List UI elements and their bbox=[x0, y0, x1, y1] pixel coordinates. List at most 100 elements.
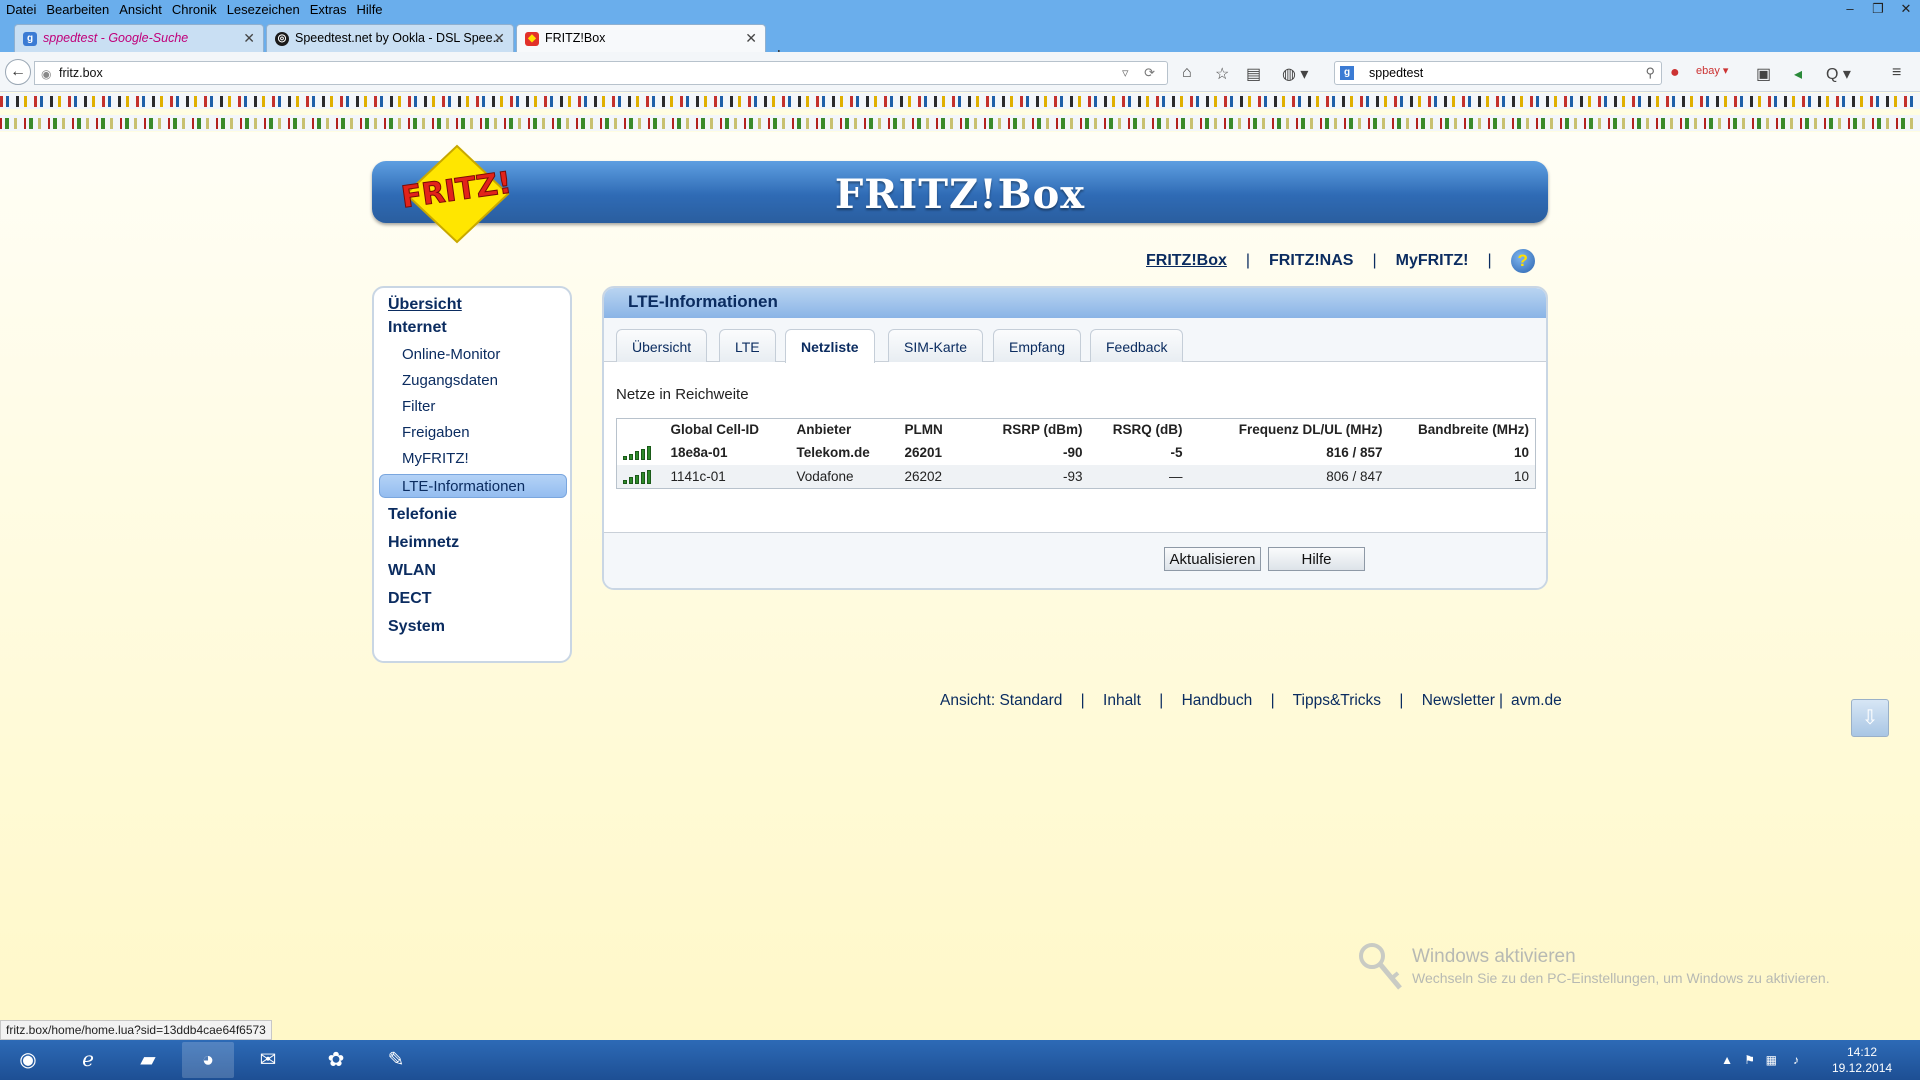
activation-text: Wechseln Sie zu den PC-Einstellungen, um… bbox=[1412, 970, 1830, 986]
footer-avm[interactable]: avm.de bbox=[1511, 692, 1562, 709]
start-button-icon[interactable]: ◉ bbox=[2, 1042, 54, 1078]
sidebar-item-heimnetz[interactable]: Heimnetz bbox=[388, 534, 459, 552]
footer-tipps-tricks[interactable]: Tipps&Tricks bbox=[1293, 692, 1381, 709]
menu-lesezeichen[interactable]: Lesezeichen bbox=[222, 0, 305, 17]
sidebar-item-telefonie[interactable]: Telefonie bbox=[388, 506, 457, 524]
search-icon[interactable]: ⚲ bbox=[1645, 65, 1655, 81]
topnav-fritznas[interactable]: FRITZ!NAS bbox=[1269, 252, 1353, 270]
logo-text: FRITZ! bbox=[402, 166, 512, 216]
window-icon[interactable]: ▣ bbox=[1756, 64, 1771, 84]
sidebar-item-internet[interactable]: Internet bbox=[388, 319, 447, 337]
sidebar-sub-lte-informationen[interactable]: LTE-Informationen bbox=[379, 474, 567, 498]
sidebar-sub-online-monitor[interactable]: Online-Monitor bbox=[402, 346, 500, 363]
thunderbird-icon[interactable]: ✉ bbox=[242, 1042, 294, 1078]
reload-icon[interactable]: ▿ ⟳ bbox=[1122, 65, 1161, 81]
ebay-icon[interactable]: ebay ▾ bbox=[1696, 64, 1728, 77]
sidebar-sub-myfritz[interactable]: MyFRITZ! bbox=[402, 450, 469, 467]
col-header-plmn: PLMN bbox=[898, 418, 975, 441]
menu-extras[interactable]: Extras bbox=[305, 0, 352, 17]
url-bar[interactable]: ◉ fritz.box ▿ ⟳ bbox=[34, 61, 1168, 85]
fritz-icon: ◆ bbox=[525, 32, 539, 46]
q-icon[interactable]: Q ▾ bbox=[1826, 64, 1851, 84]
separator: | bbox=[1372, 252, 1377, 269]
site-info-icon[interactable]: ◉ bbox=[41, 67, 51, 81]
tab-feedback[interactable]: Feedback bbox=[1090, 329, 1184, 362]
minimize-icon[interactable]: – bbox=[1836, 0, 1864, 20]
separator: | bbox=[1270, 692, 1275, 709]
provider: Vodafone bbox=[790, 464, 899, 489]
rsrp: -93 bbox=[974, 464, 1089, 489]
paint-icon[interactable]: ✎ bbox=[370, 1042, 422, 1078]
help-button[interactable]: Hilfe bbox=[1268, 547, 1365, 571]
menu-bar: Datei Bearbeiten Ansicht Chronik Lesezeichen… bbox=[0, 0, 1920, 20]
topnav-fritzbox[interactable]: FRITZ!Box bbox=[1146, 252, 1227, 270]
google-search-icon[interactable]: g bbox=[1340, 66, 1354, 80]
tab-fritzbox[interactable]: ◆ FRITZ!Box ✕ bbox=[516, 24, 766, 52]
col-header-frequenz: Frequenz DL/UL (MHz) bbox=[1188, 418, 1389, 441]
menu-chronik[interactable]: Chronik bbox=[167, 0, 222, 17]
file-explorer-icon[interactable]: ▰ bbox=[122, 1042, 174, 1078]
tab-netzliste[interactable]: Netzliste bbox=[785, 329, 875, 363]
share-icon[interactable]: ◂ bbox=[1794, 64, 1802, 84]
bandwidth: 10 bbox=[1388, 464, 1536, 489]
footer-newsletter[interactable]: Newsletter bbox=[1422, 692, 1495, 709]
scroll-down-icon[interactable]: ⇩ bbox=[1851, 699, 1889, 737]
tray-network-icon[interactable]: ▦ bbox=[1766, 1053, 1777, 1067]
hamburger-menu-icon[interactable]: ≡ bbox=[1892, 64, 1901, 82]
tab-lte[interactable]: LTE bbox=[719, 329, 776, 362]
menu-ansicht[interactable]: Ansicht bbox=[114, 0, 167, 17]
page-content: FRITZ!Box FRITZ! FRITZ!Box | FRITZ!NAS |… bbox=[0, 132, 1920, 1040]
close-tab-icon[interactable]: ✕ bbox=[493, 30, 505, 47]
col-header-bandbreite: Bandbreite (MHz) bbox=[1388, 418, 1536, 441]
adblock-icon[interactable]: ● bbox=[1670, 64, 1680, 82]
close-window-icon[interactable]: ✕ bbox=[1892, 0, 1920, 20]
sidebar-sub-freigaben[interactable]: Freigaben bbox=[402, 424, 470, 441]
sidebar-item-dect[interactable]: DECT bbox=[388, 590, 432, 608]
sidebar-item-wlan[interactable]: WLAN bbox=[388, 562, 436, 580]
footer-handbuch[interactable]: Handbuch bbox=[1182, 692, 1253, 709]
menu-bearbeiten[interactable]: Bearbeiten bbox=[41, 0, 114, 17]
tab-google-search[interactable]: g sppedtest - Google-Suche ✕ bbox=[14, 24, 264, 52]
bookmarks-toolbar-1[interactable] bbox=[0, 93, 1920, 109]
icq-icon[interactable]: ✿ bbox=[310, 1042, 362, 1078]
menu-hilfe[interactable]: Hilfe bbox=[352, 0, 388, 17]
topnav-myfritz[interactable]: MyFRITZ! bbox=[1396, 252, 1469, 270]
sidebar-sub-filter[interactable]: Filter bbox=[402, 398, 435, 415]
bookmarks-toolbar-2[interactable] bbox=[0, 115, 1920, 131]
tab-sim-karte[interactable]: SIM-Karte bbox=[888, 329, 984, 362]
search-bar[interactable]: g sppedtest ⚲ bbox=[1334, 61, 1662, 85]
home-icon[interactable]: ⌂ bbox=[1182, 64, 1192, 82]
panel-footer: Aktualisieren Hilfe bbox=[604, 532, 1546, 588]
back-button[interactable]: ← bbox=[5, 59, 31, 85]
close-tab-icon[interactable]: ✕ bbox=[745, 30, 757, 47]
restore-icon[interactable]: ❐ bbox=[1864, 0, 1892, 20]
tab-speedtest[interactable]: ◎ Speedtest.net by Ookla - DSL Spee... ✕ bbox=[266, 24, 514, 52]
sidebar-sub-zugangsdaten[interactable]: Zugangsdaten bbox=[402, 372, 498, 389]
bookmark-star-icon[interactable]: ☆ bbox=[1215, 64, 1229, 84]
fritz-logo-icon[interactable]: FRITZ! bbox=[402, 144, 512, 244]
sidebar-item-uebersicht[interactable]: Übersicht bbox=[388, 296, 462, 314]
tray-volume-icon[interactable]: ♪ bbox=[1793, 1053, 1799, 1067]
help-icon[interactable]: ? bbox=[1510, 249, 1535, 273]
tab-empfang[interactable]: Empfang bbox=[993, 329, 1082, 362]
menu-datei[interactable]: Datei bbox=[0, 0, 41, 17]
internet-explorer-icon[interactable]: ℯ bbox=[62, 1042, 114, 1078]
refresh-button[interactable]: Aktualisieren bbox=[1164, 547, 1261, 571]
signal-cell bbox=[616, 440, 665, 465]
rsrq: — bbox=[1088, 464, 1189, 489]
search-input[interactable]: sppedtest bbox=[1369, 66, 1423, 80]
sidebar-item-system[interactable]: System bbox=[388, 618, 445, 636]
activation-title: Windows aktivieren bbox=[1412, 946, 1576, 967]
tray-flag-icon[interactable]: ⚑ bbox=[1744, 1053, 1755, 1067]
close-tab-icon[interactable]: ✕ bbox=[243, 30, 255, 47]
clock[interactable]: 14:12 19.12.2014 bbox=[1832, 1044, 1892, 1076]
firefox-icon[interactable]: ◕ bbox=[182, 1042, 234, 1078]
addon-icon[interactable]: ◍ ▾ bbox=[1282, 64, 1308, 84]
footer-inhalt[interactable]: Inhalt bbox=[1103, 692, 1141, 709]
table-row: 18e8a-01 Telekom.de 26201 -90 -5 816 / 8… bbox=[616, 440, 1536, 465]
clipboard-icon[interactable]: ▤ bbox=[1246, 64, 1261, 84]
footer-view-standard[interactable]: Ansicht: Standard bbox=[940, 692, 1062, 709]
frequency: 806 / 847 bbox=[1188, 464, 1389, 489]
tab-uebersicht[interactable]: Übersicht bbox=[616, 329, 708, 362]
tray-expand-icon[interactable]: ▲ bbox=[1721, 1053, 1733, 1067]
